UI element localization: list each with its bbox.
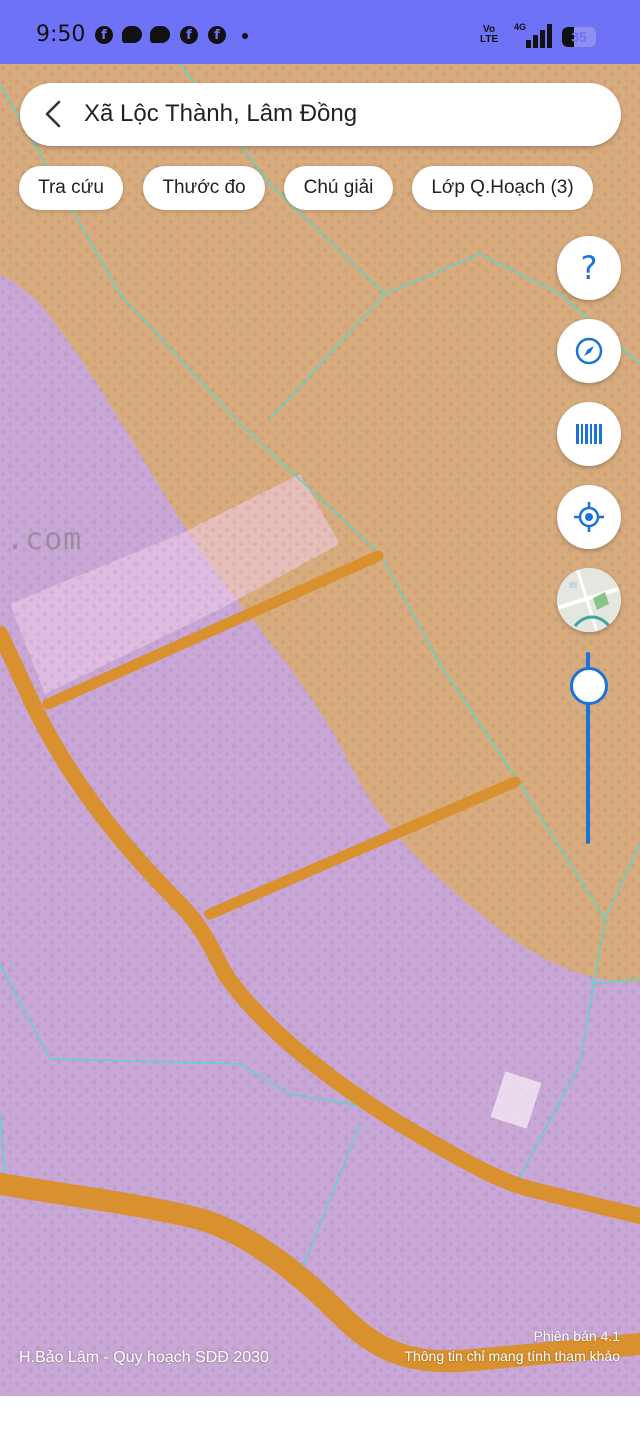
map-watermark: .com xyxy=(6,522,83,557)
search-bar[interactable]: Xã Lộc Thành, Lâm Đồng xyxy=(20,83,621,146)
battery-level: 35 xyxy=(571,29,587,45)
map-credit: H.Bảo Lâm - Quy hoạch SDĐ 2030 xyxy=(19,1349,269,1366)
chip-legend[interactable]: Chú giải xyxy=(284,166,393,210)
messenger-icon xyxy=(122,26,142,43)
barcode-button[interactable] xyxy=(557,402,621,466)
signal-icon: 4G xyxy=(514,22,552,48)
map-view[interactable]: .com xyxy=(0,64,640,1396)
network-type-label: 4G xyxy=(514,22,527,32)
chip-measure[interactable]: Thước đo xyxy=(143,166,265,210)
chip-planning-layers[interactable]: Lớp Q.Hoạch (3) xyxy=(412,166,593,210)
battery-icon: 35 xyxy=(562,27,596,47)
my-location-button[interactable] xyxy=(557,485,621,549)
messenger-icon xyxy=(150,26,170,43)
zoom-slider-thumb[interactable] xyxy=(570,667,608,705)
help-button[interactable]: ? xyxy=(557,236,621,300)
basemap-switch-button[interactable] xyxy=(557,568,621,632)
more-notifications-dot xyxy=(242,33,248,39)
barcode-icon xyxy=(576,424,602,444)
location-title[interactable]: Xã Lộc Thành, Lâm Đồng xyxy=(84,100,357,128)
chip-lookup[interactable]: Tra cứu xyxy=(19,166,123,210)
help-icon: ? xyxy=(580,249,598,287)
compass-button[interactable] xyxy=(557,319,621,383)
status-bar: 9:50 f f f Vo LTE 4G 35 xyxy=(0,0,640,64)
volte-indicator: Vo LTE xyxy=(480,24,499,45)
facebook-icon: f xyxy=(95,26,113,44)
basemap-icon xyxy=(557,568,621,632)
my-location-icon xyxy=(574,502,604,532)
navigation-area xyxy=(0,1396,640,1429)
facebook-icon: f xyxy=(208,26,226,44)
version-label: Phiên bản 4.1 xyxy=(533,1328,620,1344)
back-arrow-icon[interactable] xyxy=(42,99,66,129)
disclaimer-label: Thông tin chỉ mang tính tham khảo xyxy=(404,1348,620,1364)
planning-map[interactable] xyxy=(0,64,640,1396)
status-time: 9:50 xyxy=(36,22,86,47)
facebook-icon: f xyxy=(180,26,198,44)
compass-icon xyxy=(575,337,603,365)
